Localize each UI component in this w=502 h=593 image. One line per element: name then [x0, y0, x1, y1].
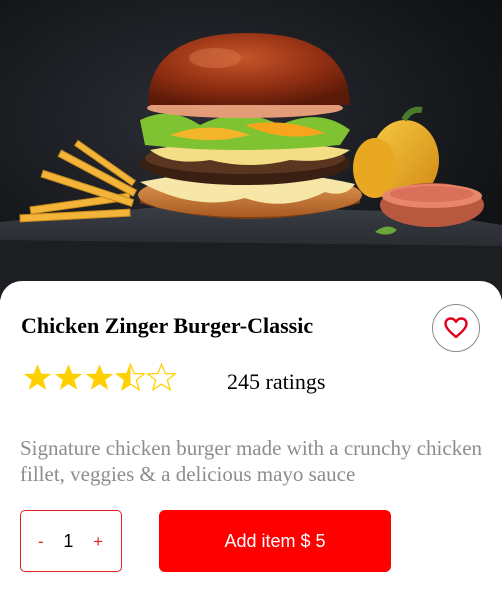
star-full-icon	[54, 364, 83, 390]
star-full-icon	[85, 364, 114, 390]
star-rating	[22, 363, 177, 391]
decrement-button[interactable]: -	[38, 533, 44, 550]
burger-illustration	[0, 33, 502, 300]
product-description: Signature chicken burger made with a cru…	[20, 436, 483, 486]
star-empty-icon	[146, 363, 177, 391]
quantity-stepper: - 1 +	[20, 510, 122, 572]
product-image	[0, 0, 502, 300]
favorite-button[interactable]	[432, 304, 480, 352]
increment-button[interactable]: +	[93, 533, 103, 550]
star-full-icon	[23, 364, 52, 390]
product-title: Chicken Zinger Burger-Classic	[21, 313, 314, 338]
ratings-count: 245 ratings	[227, 369, 326, 394]
product-details-card: Chicken Zinger Burger-Classic 245 rating…	[0, 281, 502, 593]
star-half-icon	[115, 363, 146, 391]
heart-icon	[444, 317, 468, 339]
quantity-value: 1	[63, 530, 74, 551]
add-item-button[interactable]: Add item $ 5	[159, 510, 391, 572]
